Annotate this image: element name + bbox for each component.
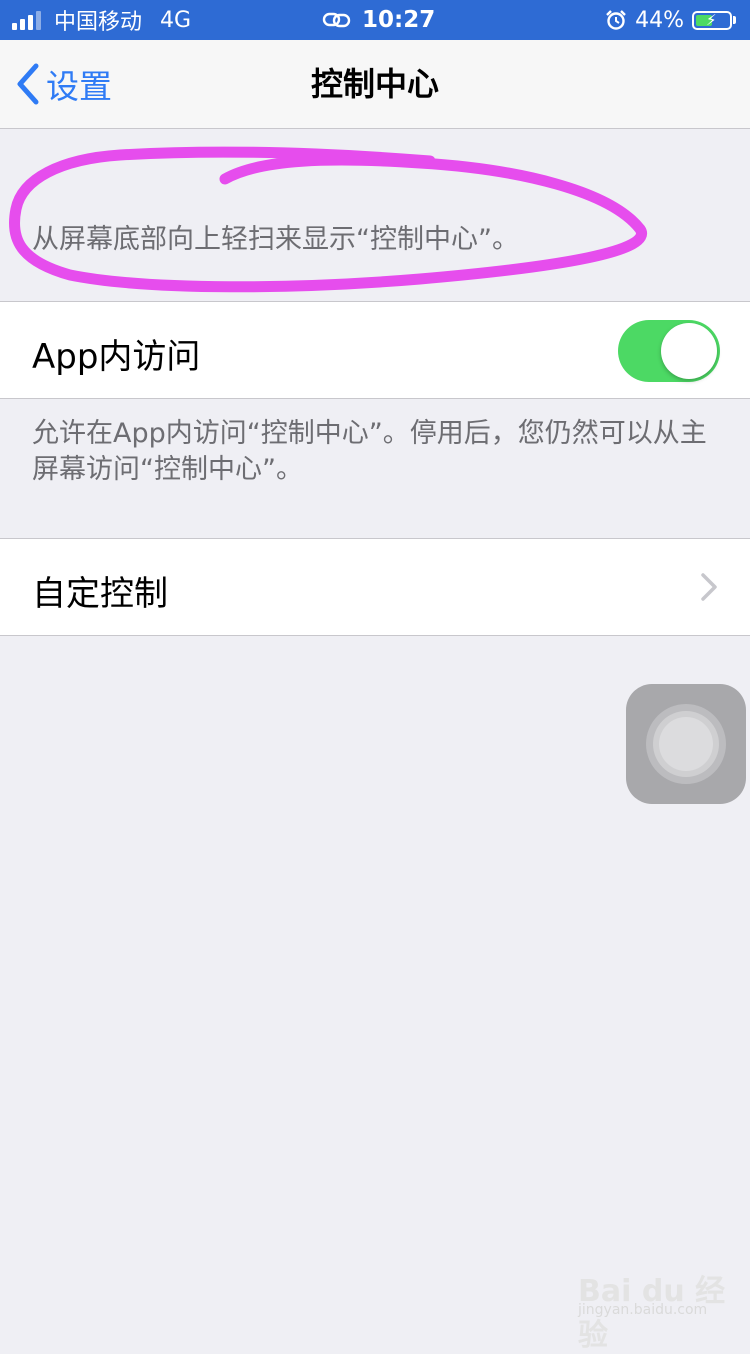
- chevron-right-icon: [701, 573, 717, 601]
- back-button[interactable]: 设置: [14, 40, 112, 128]
- customize-controls-row[interactable]: 自定控制: [0, 538, 750, 636]
- alarm-icon: [606, 10, 626, 30]
- app-access-row: App内访问: [0, 301, 750, 399]
- status-right: 44% ⚡: [605, 0, 736, 40]
- back-label: 设置: [46, 67, 112, 106]
- status-left: 中国移动 4G: [12, 0, 191, 40]
- page-title: 控制中心: [310, 65, 439, 103]
- assistive-ring-inner: [659, 717, 713, 771]
- charging-bolt-icon: ⚡: [706, 10, 717, 29]
- status-bar: 中国移动 4G 10:27 44% ⚡: [0, 0, 750, 40]
- swipe-hint-section: 从屏幕底部向上轻扫来显示“控制中心”。: [0, 129, 750, 301]
- network-type: 4G: [160, 7, 192, 33]
- watermark-logo: Bai du 经验 jingyan.baidu.com: [560, 1248, 740, 1353]
- app-access-label: App内访问: [32, 337, 201, 377]
- navigation-bar: 控制中心 设置: [0, 40, 750, 129]
- clock: 10:27: [362, 7, 436, 33]
- carrier-name: 中国移动: [54, 10, 143, 35]
- battery-charging-icon: ⚡: [692, 10, 732, 30]
- customize-controls-label: 自定控制: [32, 574, 168, 614]
- link-icon: [322, 12, 351, 28]
- toggle-knob: [661, 323, 717, 379]
- highlight-scribble: [8, 146, 647, 293]
- chevron-left-icon: [17, 63, 39, 105]
- battery-tip: [733, 16, 736, 24]
- signal-icon: [12, 10, 44, 30]
- app-access-footer: 允许在App内访问“控制中心”。停用后，您仍然可以从主屏幕访问“控制中心”。: [32, 418, 707, 485]
- app-access-toggle[interactable]: [618, 320, 720, 382]
- assistive-touch-button[interactable]: [626, 684, 746, 804]
- status-center: 10:27: [322, 0, 435, 40]
- battery-percent: 44%: [635, 7, 684, 33]
- watermark-sub: jingyan.baidu.com: [578, 1302, 708, 1318]
